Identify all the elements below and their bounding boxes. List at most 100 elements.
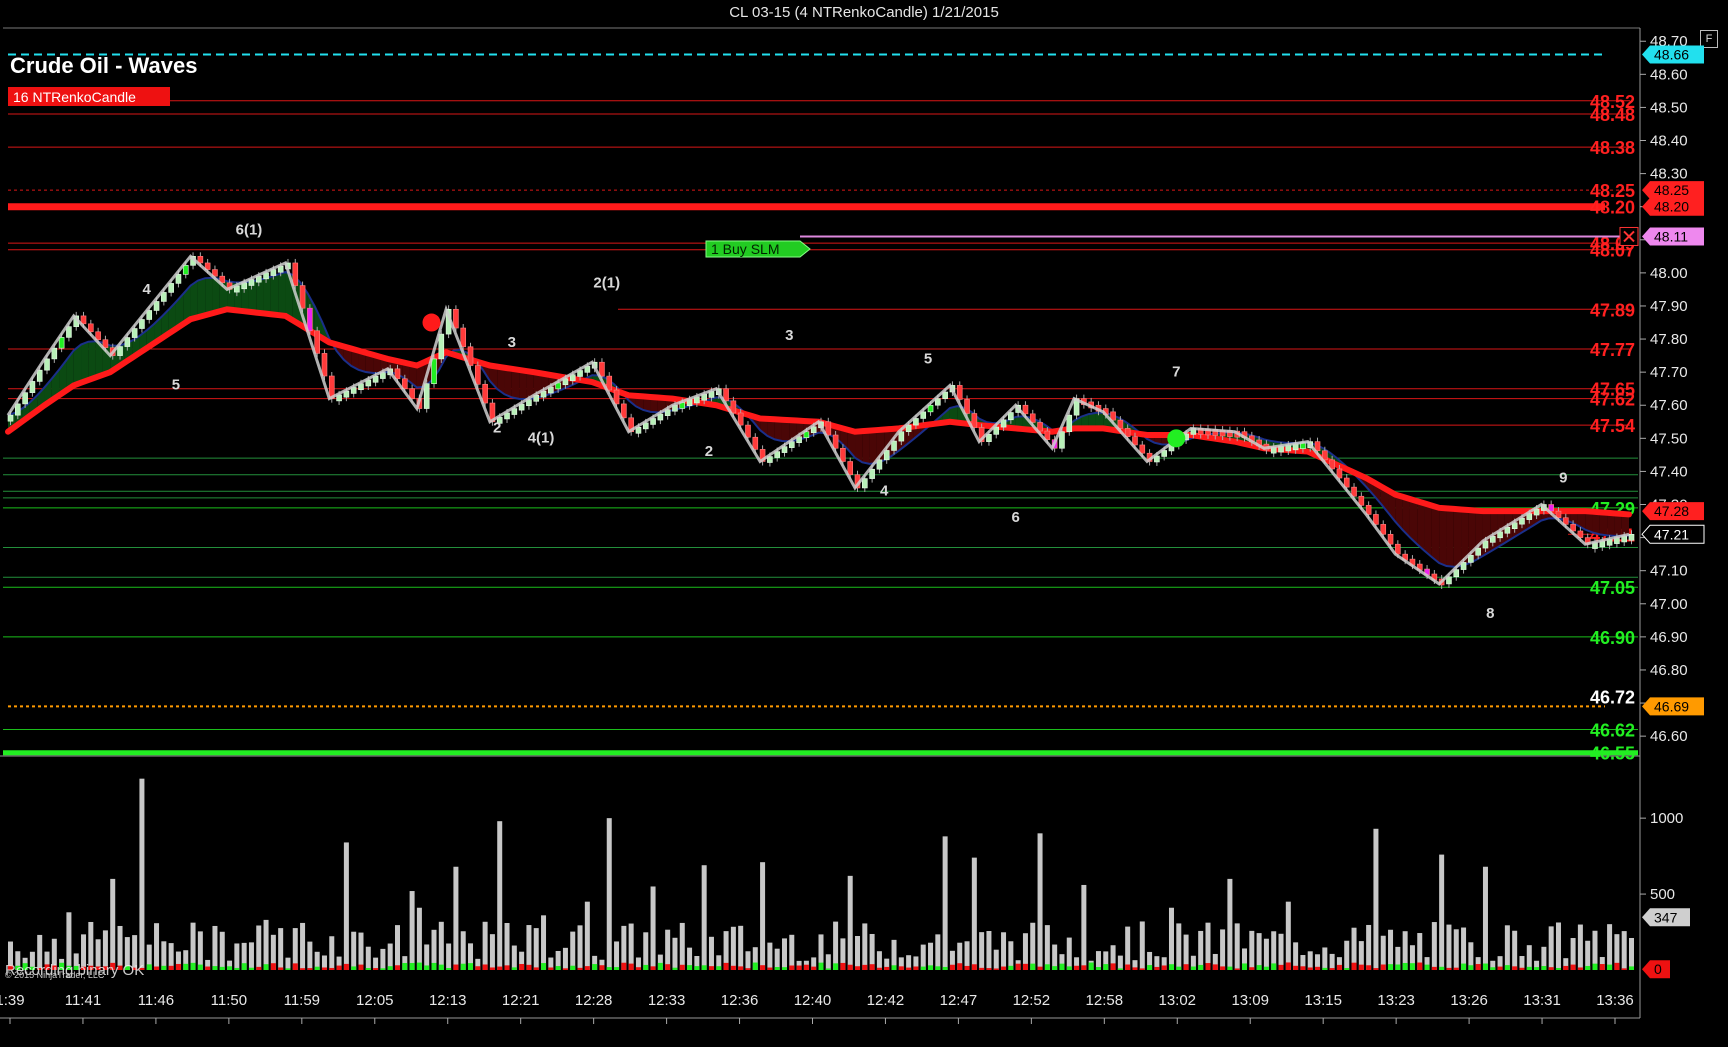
volume-delta-bar xyxy=(416,962,422,970)
volume-bar xyxy=(1205,922,1211,970)
volume-delta-bar xyxy=(1074,965,1080,970)
volume-bar xyxy=(1220,929,1226,970)
volume-delta-bar xyxy=(1482,963,1488,970)
volume-delta-bar xyxy=(1242,963,1248,970)
down-brick xyxy=(964,399,970,414)
down-brick xyxy=(956,385,963,400)
volume-delta-bar xyxy=(1001,966,1007,970)
volume-delta-bar xyxy=(1461,963,1467,970)
bear-band xyxy=(869,430,877,464)
volume-delta-bar xyxy=(694,966,700,970)
volume-bar xyxy=(1263,938,1269,970)
volume-bar xyxy=(935,934,941,970)
volume-delta-bar xyxy=(1402,962,1408,970)
volume-delta-bar xyxy=(1066,966,1072,970)
volume-bar xyxy=(482,921,488,970)
volume-delta-bar xyxy=(942,966,948,970)
volume-delta-bar xyxy=(1168,964,1174,970)
volume-bar xyxy=(1234,923,1240,970)
bull-band xyxy=(270,274,279,316)
volume-delta-bar xyxy=(468,963,474,970)
volume-delta-bar xyxy=(212,966,218,970)
volume-delta-bar xyxy=(1322,967,1328,970)
volume-delta-bar xyxy=(752,962,758,970)
up-brick xyxy=(431,358,437,385)
bull-band xyxy=(278,271,286,316)
volume-delta-bar xyxy=(190,962,196,970)
volume-bar xyxy=(1030,922,1036,970)
volume-delta-bar xyxy=(1132,967,1138,970)
volume-bar xyxy=(394,925,400,970)
volume-delta-bar xyxy=(1358,964,1364,970)
volume-delta-bar xyxy=(489,967,495,970)
x-tick-label: 13:09 xyxy=(1231,992,1269,1009)
volume-delta-bar xyxy=(504,965,510,970)
volume-bar xyxy=(248,942,254,970)
x-axis-labels: 1:39 11:41 11:46 11:50 11:59 12:05 12:13 12:21 1… xyxy=(0,992,1634,1024)
volume-bar xyxy=(979,932,985,970)
up-brick xyxy=(1628,533,1635,541)
x-tick-label: 12:36 xyxy=(721,992,759,1009)
wave-label: 2 xyxy=(493,420,501,437)
volume-delta-bar xyxy=(343,963,349,970)
volume-bar xyxy=(1555,922,1561,970)
volume-delta-bar xyxy=(511,967,517,970)
vol-tag-label: 347 xyxy=(1654,909,1678,925)
volume-delta-bar xyxy=(278,967,284,970)
volume-delta-bar xyxy=(1293,965,1299,970)
down-brick xyxy=(737,412,744,426)
x-tick-label: 12:42 xyxy=(867,992,905,1009)
volume-bar xyxy=(161,941,167,970)
price-tag-label: 48.66 xyxy=(1654,46,1689,62)
volume-delta-bar xyxy=(555,966,561,970)
y-tick-label: 48.30 xyxy=(1650,166,1688,183)
y-tick-label: 46.90 xyxy=(1650,629,1688,646)
volume-bar xyxy=(351,931,357,970)
volume-delta-bar xyxy=(336,965,342,970)
wave-label: 5 xyxy=(172,377,180,394)
wave-label: 2(1) xyxy=(593,274,620,291)
volume-bar xyxy=(1037,833,1043,970)
volume-delta-bar xyxy=(1621,968,1627,970)
volume-delta-bar xyxy=(197,964,203,970)
x-tick-label: 1:39 xyxy=(0,992,25,1009)
volume-delta-bar xyxy=(1205,963,1211,970)
resistance-label: 47.54 xyxy=(1590,416,1635,436)
volume-bar xyxy=(197,931,203,970)
support-label: 46.55 xyxy=(1590,744,1635,764)
x-tick-label: 12:33 xyxy=(648,992,686,1009)
volume-delta-bar xyxy=(1417,962,1423,970)
support-label: 47.05 xyxy=(1590,578,1635,598)
volume-delta-bar xyxy=(154,966,160,970)
volume-delta-bar xyxy=(1526,966,1532,970)
volume-bar xyxy=(219,931,225,970)
volume-bar xyxy=(446,943,452,970)
volume-delta-bar xyxy=(1446,967,1452,970)
volume-bar xyxy=(738,925,744,970)
volume-delta-bar xyxy=(760,965,766,970)
volume-delta-bar xyxy=(1249,967,1255,970)
down-brick xyxy=(482,383,488,404)
volume-bar xyxy=(825,954,831,970)
volume-bar xyxy=(993,949,999,970)
volume-bar xyxy=(1285,901,1291,970)
bull-band xyxy=(205,277,213,316)
chart-title: Crude Oil - Waves xyxy=(10,53,197,78)
volume-delta-bar xyxy=(1154,966,1160,970)
volume-delta-bar xyxy=(928,965,934,970)
volume-delta-bar xyxy=(1439,966,1445,970)
x-tick-label: 12:05 xyxy=(356,992,394,1009)
volume-delta-bar xyxy=(256,966,262,970)
volume-bar xyxy=(833,921,839,970)
volume-delta-bar xyxy=(628,963,634,970)
volume-bar xyxy=(1125,926,1131,970)
volume-bar xyxy=(562,947,568,970)
renko-chart[interactable]: 48.5248.4848.3848.2548.2048.0948.0747.89… xyxy=(0,0,1728,1047)
volume-bar xyxy=(256,925,262,970)
volume-delta-bar xyxy=(891,965,897,970)
volume-delta-bar xyxy=(614,967,620,970)
volume-delta-bar xyxy=(1110,963,1116,970)
wave-label: 2 xyxy=(705,443,713,460)
x-tick-label: 12:28 xyxy=(575,992,613,1009)
volume-delta-bar xyxy=(1599,964,1605,970)
